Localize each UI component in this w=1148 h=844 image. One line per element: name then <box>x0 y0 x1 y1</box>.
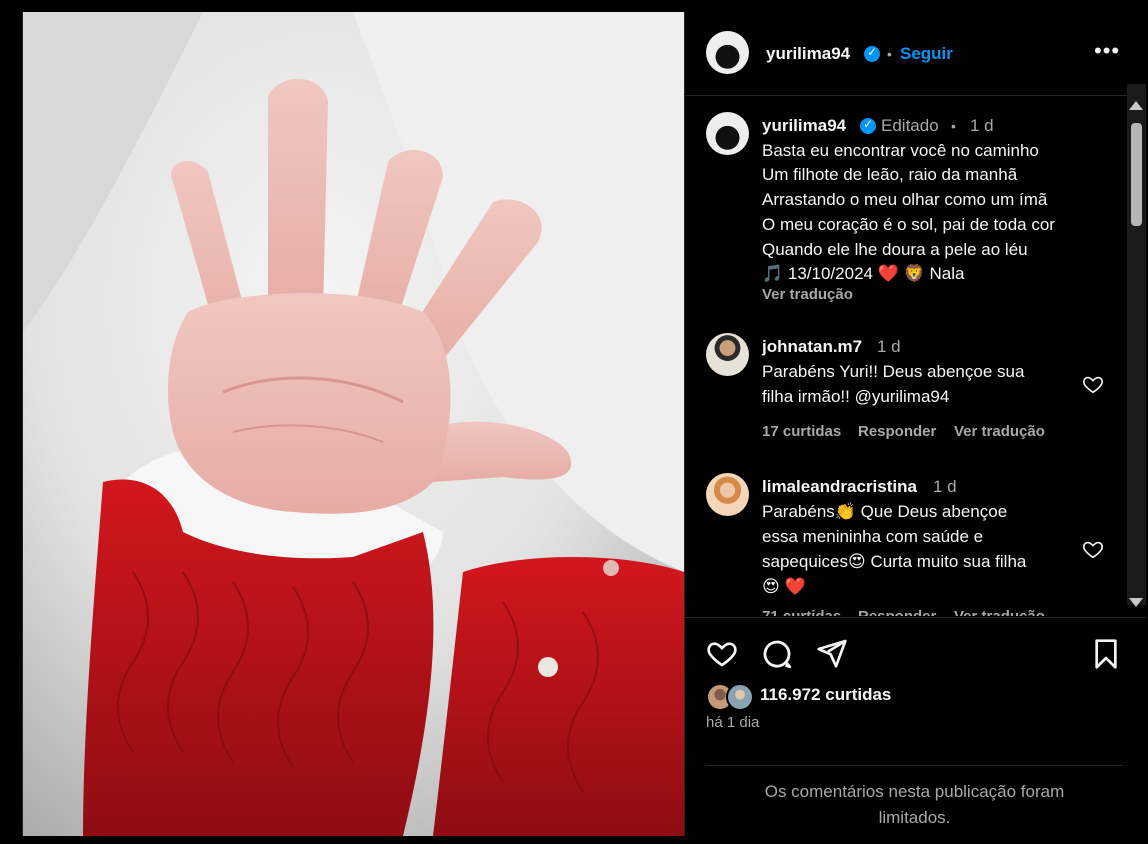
comment-text-line: Parabéns Yuri!! Deus abençoe sua <box>762 362 1025 381</box>
comment-likes[interactable]: 71 curtidas <box>762 608 841 616</box>
comments-limited-notice: Os comentários nesta publicação foram li… <box>706 779 1123 831</box>
post-photo[interactable] <box>23 12 684 836</box>
comment-username[interactable]: limaleandracristina <box>762 477 917 497</box>
comment-meta-clip: 71 curtidas Responder Ver tradução <box>684 604 1128 616</box>
caption-time[interactable]: 1 d <box>970 116 994 136</box>
verified-icon <box>864 45 880 62</box>
caption-line: 🎵 13/10/2024 ❤️ 🦁 Nala <box>762 264 965 283</box>
limited-text-line: limitados. <box>878 808 951 827</box>
like-heart-icon[interactable] <box>705 637 739 669</box>
actions-divider <box>685 617 1146 618</box>
separator-dot: • <box>887 46 892 62</box>
verified-icon <box>860 117 876 134</box>
follow-button[interactable]: Seguir <box>900 44 953 64</box>
reply-button[interactable]: Responder <box>858 608 936 616</box>
comment-heart-icon[interactable] <box>1082 538 1104 560</box>
post-time[interactable]: há 1 dia <box>706 714 759 731</box>
limited-divider <box>706 765 1123 766</box>
caption-line: Um filhote de leão, raio da manhã <box>762 165 1018 184</box>
more-options-icon[interactable]: ••• <box>1094 38 1120 64</box>
see-translation-link[interactable]: Ver tradução <box>954 423 1045 440</box>
baby-hand-photo <box>23 12 684 836</box>
scrollbar-thumb[interactable] <box>1131 123 1142 226</box>
comment-username[interactable]: johnatan.m7 <box>762 337 862 357</box>
bookmark-icon[interactable] <box>1090 637 1122 671</box>
caption-line: Arrastando o meu olhar como um ímã <box>762 190 1048 209</box>
caption-line: Quando ele lhe doura a pele ao léu <box>762 240 1028 259</box>
comment-text-line: sapequices😍 Curta muito sua filha <box>762 552 1027 571</box>
author-avatar[interactable] <box>706 31 749 74</box>
see-translation-link[interactable]: Ver tradução <box>954 608 1045 616</box>
see-translation-link[interactable]: Ver tradução <box>762 286 853 303</box>
share-icon[interactable] <box>815 637 849 669</box>
comment-avatar[interactable] <box>706 473 749 516</box>
author-username[interactable]: yurilima94 <box>766 44 850 64</box>
caption-line: O meu coração é o sol, pai de toda cor <box>762 215 1055 234</box>
comment-text-line: Parabéns👏 Que Deus abençoe <box>762 502 1008 521</box>
limited-text-line: Os comentários nesta publicação foram <box>764 782 1065 801</box>
comment-avatar[interactable] <box>706 333 749 376</box>
comment-text-line: 😍 ❤️ <box>762 577 806 596</box>
comment-likes[interactable]: 17 curtidas <box>762 423 841 440</box>
likes-count[interactable]: 116.972 curtidas <box>760 685 891 705</box>
scroll-up-arrow[interactable] <box>1129 101 1143 110</box>
liker-avatar[interactable] <box>726 683 754 711</box>
comment-text-line: filha irmão!! @yurilima94 <box>762 387 950 406</box>
edited-label: Editado <box>881 116 939 135</box>
scroll-down-arrow[interactable] <box>1129 598 1143 607</box>
comment-time[interactable]: 1 d <box>877 337 901 357</box>
reply-button[interactable]: Responder <box>858 423 936 440</box>
comment-time[interactable]: 1 d <box>933 477 957 497</box>
caption-line: Basta eu encontrar você no caminho <box>762 141 1039 160</box>
comment-heart-icon[interactable] <box>1082 373 1104 395</box>
caption-author-avatar[interactable] <box>706 112 749 155</box>
comment-text-line: essa menininha com saúde e <box>762 527 984 546</box>
caption-author-username[interactable]: yurilima94 <box>762 116 846 136</box>
separator-dot: • <box>951 118 956 134</box>
comment-icon[interactable] <box>760 637 794 671</box>
